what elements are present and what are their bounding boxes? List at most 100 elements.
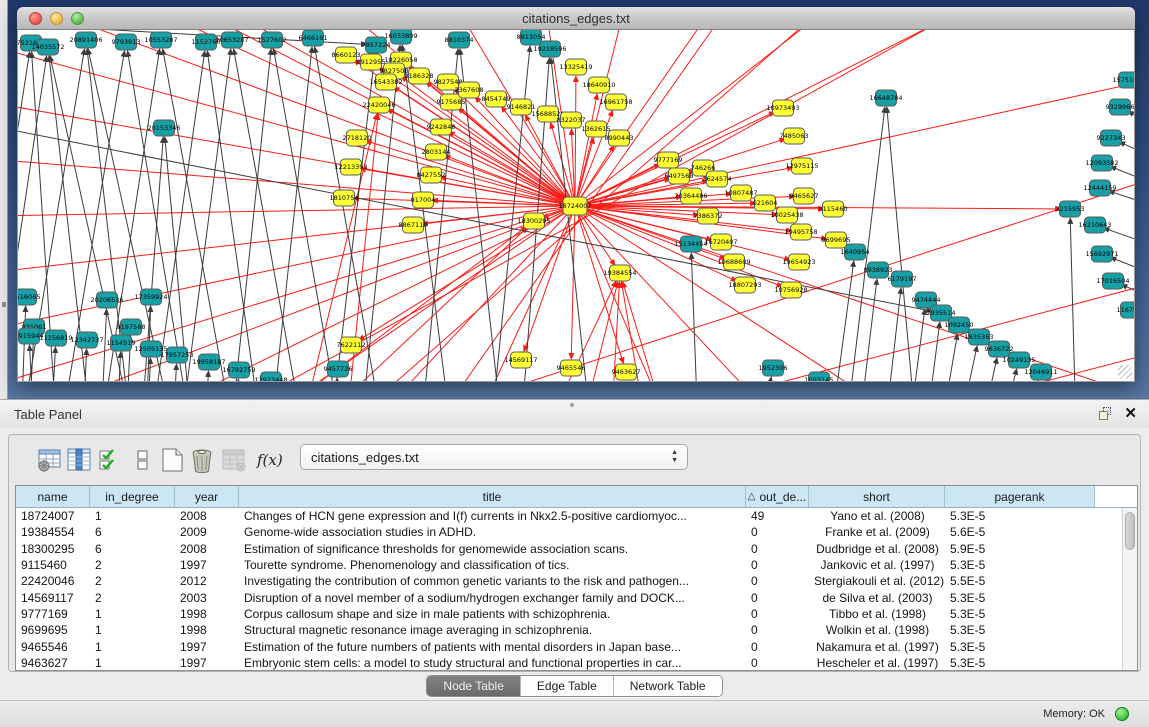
graph-node[interactable]: 16720407 — [704, 234, 737, 250]
graph-node[interactable]: 20206536 — [90, 292, 123, 308]
table-cell[interactable]: Investigating the contribution of common… — [239, 574, 746, 588]
graph-node[interactable]: 20891406 — [69, 32, 102, 48]
delete-table-icon[interactable] — [189, 447, 215, 473]
function-icon[interactable]: f(x) — [257, 451, 283, 477]
graph-node[interactable]: 19495758 — [784, 224, 817, 240]
table-cell[interactable]: 9699695 — [16, 623, 90, 637]
table-cell[interactable]: 9777169 — [16, 607, 90, 621]
table-cell[interactable]: Franke et al. (2009) — [809, 525, 945, 539]
graph-node[interactable]: 19654923 — [782, 254, 815, 270]
table-cell[interactable]: 1 — [90, 607, 175, 621]
table-cell[interactable]: 1 — [90, 509, 175, 523]
table-row[interactable]: 946362711997Embryonic stem cells: a mode… — [16, 655, 1122, 670]
table-cell[interactable]: 5.9E-5 — [945, 542, 1095, 556]
graph-node[interactable]: 10025438 — [770, 207, 803, 223]
row-checklist-icon[interactable] — [97, 447, 123, 473]
graph-node[interactable]: 12444159 — [1083, 180, 1116, 196]
column-header-title[interactable]: title — [239, 486, 746, 507]
graph-node[interactable]: 1952306 — [759, 360, 788, 376]
table-cell[interactable]: de Silva et al. (2003) — [809, 591, 945, 605]
network-canvas-container[interactable]: 7521609140355722089140697939131055328711… — [17, 30, 1135, 382]
graph-node[interactable]: 12975115 — [785, 158, 818, 174]
table-cell[interactable]: 9115460 — [16, 558, 90, 572]
table-cell[interactable]: 49 — [746, 509, 809, 523]
network-table-dropdown[interactable]: citations_edges.txt ▲▼ — [300, 444, 688, 470]
table-row[interactable]: 1872400712008Changes of HCN gene express… — [16, 508, 1122, 524]
table-row[interactable]: 946554611997Estimation of the future num… — [16, 638, 1122, 654]
table-cell[interactable]: 1 — [90, 640, 175, 654]
table-cell[interactable]: 0 — [746, 574, 809, 588]
table-cell[interactable]: Nakamura et al. (1997) — [809, 640, 945, 654]
graph-node[interactable]: 10756928 — [774, 282, 807, 298]
graph-node[interactable]: 9463627 — [612, 364, 641, 380]
graph-node[interactable]: 2803144 — [422, 144, 451, 160]
table-cell[interactable]: 1998 — [175, 623, 239, 637]
graph-node[interactable]: 16648784 — [869, 90, 902, 106]
graph-node[interactable]: 9699695 — [822, 232, 851, 248]
graph-node[interactable]: 17359924 — [134, 289, 167, 305]
table-cell[interactable]: 18724007 — [16, 509, 90, 523]
table-cell[interactable]: Tourette syndrome. Phenomenology and cla… — [239, 558, 746, 572]
graph-node[interactable]: 3215953 — [1056, 201, 1085, 217]
graph-node[interactable]: 8990443 — [605, 130, 634, 146]
graph-node[interactable]: 6179197 — [888, 271, 917, 287]
table-cell[interactable]: 0 — [746, 607, 809, 621]
table-cell[interactable]: Corpus callosum shape and size in male p… — [239, 607, 746, 621]
tab-edge-table[interactable]: Edge Table — [521, 676, 614, 696]
table-row[interactable]: 977716911998Corpus callosum shape and si… — [16, 606, 1122, 622]
table-cell[interactable]: 9463627 — [16, 656, 90, 670]
column-header-out_de[interactable]: △out_de... — [746, 486, 809, 507]
table-cell[interactable]: 5.3E-5 — [945, 558, 1095, 572]
graph-node[interactable]: 9329966 — [1106, 99, 1134, 115]
table-cell[interactable]: 5.3E-5 — [945, 623, 1095, 637]
graph-node[interactable]: 16782759 — [222, 362, 255, 378]
table-cell[interactable]: 1997 — [175, 558, 239, 572]
table-cell[interactable]: 22420046 — [16, 574, 90, 588]
table-row[interactable]: 1456911722003Disruption of a novel membe… — [16, 589, 1122, 605]
graph-node[interactable]: 3624574 — [703, 171, 732, 187]
table-cell[interactable]: 1 — [90, 656, 175, 670]
graph-node[interactable]: 19384554 — [603, 265, 636, 281]
table-cell[interactable]: 0 — [746, 591, 809, 605]
graph-node[interactable]: 9227343 — [1097, 130, 1126, 146]
graph-node[interactable]: 2367608 — [455, 82, 484, 98]
graph-node[interactable]: 8186328 — [405, 68, 434, 84]
memory-status-icon[interactable] — [1115, 707, 1129, 721]
column-header-year[interactable]: year — [175, 486, 239, 507]
graph-node[interactable]: 13325419 — [559, 59, 592, 75]
graph-node[interactable]: 1154519 — [107, 335, 136, 351]
table-cell[interactable]: Stergiakouli et al. (2012) — [809, 574, 945, 588]
graph-node[interactable]: 9777169 — [654, 152, 683, 168]
graph-node[interactable]: 19958187 — [192, 354, 225, 370]
tab-node-table[interactable]: Node Table — [427, 676, 521, 696]
graph-node[interactable]: 9465546 — [557, 360, 586, 376]
table-row[interactable]: 2242004622012Investigating the contribut… — [16, 573, 1122, 589]
graph-node[interactable]: 7386372 — [694, 208, 723, 224]
column-header-short[interactable]: short — [809, 486, 945, 507]
table-cell[interactable]: 5.6E-5 — [945, 525, 1095, 539]
table-cell[interactable]: 5.5E-5 — [945, 574, 1095, 588]
table-cell[interactable]: Disruption of a novel member of a sodium… — [239, 591, 746, 605]
table-cell[interactable]: 5.3E-5 — [945, 509, 1095, 523]
graph-node[interactable]: 16210643 — [1078, 217, 1111, 233]
table-cell[interactable]: 2009 — [175, 525, 239, 539]
column-select-icon[interactable] — [66, 447, 92, 473]
table-cell[interactable]: 5.3E-5 — [945, 656, 1095, 670]
table-cell[interactable]: 0 — [746, 542, 809, 556]
graph-node[interactable]: 9793913 — [112, 34, 141, 50]
network-canvas[interactable]: 7521609140355722089140697939131055328711… — [18, 30, 1134, 381]
table-cell[interactable]: Yano et al. (2008) — [809, 509, 945, 523]
graph-node[interactable]: 12923448 — [254, 372, 287, 381]
close-panel-icon[interactable]: ✕ — [1124, 404, 1137, 422]
rows-icon[interactable] — [130, 447, 156, 473]
table-cell[interactable]: 0 — [746, 656, 809, 670]
table-cell[interactable]: 1998 — [175, 607, 239, 621]
graph-node[interactable]: 20153346 — [147, 120, 180, 136]
graph-node[interactable]: 12093582 — [1085, 155, 1118, 171]
window-resize-grip[interactable] — [1118, 365, 1132, 379]
graph-node[interactable]: 10688609 — [717, 254, 750, 270]
table-cell[interactable]: 1997 — [175, 656, 239, 670]
graph-node[interactable]: 1810754 — [330, 190, 359, 206]
graph-node[interactable]: 18640910 — [582, 77, 615, 93]
network-window[interactable]: citations_edges.txt 75216091403557220891… — [17, 7, 1135, 382]
